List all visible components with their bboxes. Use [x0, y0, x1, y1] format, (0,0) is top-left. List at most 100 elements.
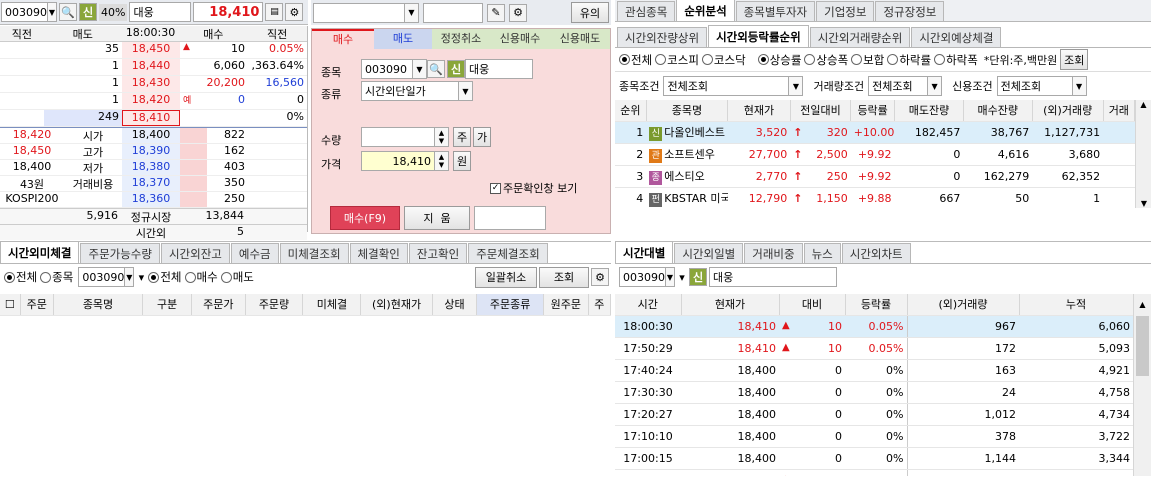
- bid-price[interactable]: 18,390: [122, 144, 180, 159]
- confirm-checkbox-row[interactable]: ✓ 주문확인창 보기: [490, 180, 577, 196]
- gear-icon[interactable]: ⚙: [285, 3, 304, 21]
- radio-scope-0[interactable]: 전체: [4, 269, 37, 285]
- timeline-scrollbar[interactable]: ▲: [1133, 294, 1151, 476]
- qty-available-button[interactable]: 가: [473, 127, 491, 147]
- timeline-row[interactable]: 16:50:3018,430▲ 300.16%212,200: [615, 469, 1133, 476]
- edit-icon[interactable]: ✎: [487, 3, 505, 22]
- radio-sort-4[interactable]: 하락폭: [934, 52, 978, 68]
- tab-main-0[interactable]: 관심종목: [617, 1, 676, 21]
- scroll-up-icon[interactable]: ▲: [1136, 100, 1151, 109]
- radio-icon[interactable]: [184, 271, 196, 283]
- gear-icon[interactable]: ⚙: [509, 3, 527, 22]
- spinner-icon[interactable]: ▲ ▼: [434, 152, 448, 170]
- radio-scope-1[interactable]: 종목: [40, 269, 73, 285]
- radio-icon[interactable]: [804, 54, 816, 65]
- ranking-row[interactable]: 3 종 에스티오 2,770 ↑ 250 +9.92 0 162,279 62,352: [615, 165, 1135, 188]
- tab-unfilled-2[interactable]: 시간외잔고: [160, 243, 230, 263]
- radio-market-0[interactable]: 전체: [619, 52, 652, 68]
- buy-button[interactable]: 매수(F9): [330, 206, 400, 230]
- chevron-down-icon[interactable]: ▼: [458, 82, 472, 100]
- chevron-down-icon[interactable]: ▼: [927, 77, 942, 95]
- radio-icon[interactable]: [619, 54, 630, 65]
- unfilled-col-header[interactable]: 주문: [20, 294, 54, 316]
- radio-icon[interactable]: [757, 54, 769, 65]
- account-select[interactable]: ▼: [313, 2, 419, 23]
- timeline-col-header[interactable]: 대비: [779, 294, 846, 316]
- unfilled-col-header[interactable]: 주: [588, 294, 612, 316]
- tab-timeline-0[interactable]: 시간대별: [615, 241, 674, 263]
- ranking-col-header[interactable]: 등락률: [850, 100, 896, 122]
- timeline-row[interactable]: 17:50:29 18,410 ▲ 10 0.05% 172 5,093: [615, 337, 1133, 360]
- bid-price[interactable]: 18,360: [122, 192, 180, 207]
- ranking-col-header[interactable]: 매수잔량: [963, 100, 1033, 122]
- tab-unfilled-3[interactable]: 예수금: [230, 243, 279, 263]
- scroll-thumb[interactable]: [1136, 316, 1149, 376]
- ask-price[interactable]: 18,410: [122, 110, 180, 126]
- qty-input[interactable]: ▲ ▼: [361, 127, 449, 147]
- notice-button[interactable]: 유의: [571, 2, 609, 23]
- unfilled-col-header[interactable]: 구분: [142, 294, 193, 316]
- bid-price[interactable]: 18,380: [122, 160, 180, 175]
- cond-stock-select[interactable]: 전체조회 ▼: [663, 76, 804, 96]
- radio-sort-1[interactable]: 상승폭: [804, 52, 848, 68]
- spinner-icon[interactable]: ▲ ▼: [434, 128, 448, 146]
- tab-unfilled-5[interactable]: 체결확인: [349, 243, 408, 263]
- chevron-down-icon[interactable]: ▼: [404, 3, 418, 22]
- chevron-down-icon[interactable]: ▼: [665, 268, 674, 286]
- gear-icon[interactable]: ⚙: [591, 268, 609, 286]
- radio-side-2[interactable]: 매도: [220, 269, 254, 285]
- radio-market-1[interactable]: 코스피: [655, 52, 699, 68]
- search-icon[interactable]: 🔍: [59, 3, 77, 21]
- radio-icon[interactable]: [40, 271, 52, 283]
- search-icon[interactable]: ▾: [677, 268, 687, 286]
- radio-sort-2[interactable]: 보합: [851, 52, 884, 68]
- timeline-row[interactable]: 17:20:27 18,400 0 0% 1,012 4,734: [615, 403, 1133, 426]
- unfilled-col-header[interactable]: 미체결: [302, 294, 362, 316]
- tab-unfilled-6[interactable]: 잔고확인: [408, 243, 468, 263]
- unfilled-col-header[interactable]: 주문량: [245, 294, 304, 316]
- bid-price[interactable]: 18,370: [122, 176, 180, 191]
- ranking-row[interactable]: 2 관 소프트센우 27,700 ↑ 2,500 +9.92 0 4,616 3,680: [615, 143, 1135, 166]
- ask-price[interactable]: 18,440: [122, 59, 180, 75]
- ranking-col-header[interactable]: 매도잔량: [894, 100, 964, 122]
- tab-main-4[interactable]: 정규장정보: [875, 1, 945, 21]
- tab-main-2[interactable]: 종목별투자자: [735, 1, 816, 21]
- search-icon[interactable]: 🔍: [427, 60, 445, 78]
- stock-code-input[interactable]: 003090 ▼: [1, 2, 57, 22]
- ask-price[interactable]: 18,450: [122, 42, 180, 58]
- unfilled-col-header[interactable]: (외)현재가: [360, 294, 433, 316]
- tab-unfilled-7[interactable]: 주문체결조회: [468, 243, 548, 263]
- ranking-query-button[interactable]: 조회: [1060, 49, 1089, 70]
- chevron-down-icon[interactable]: ▼: [47, 3, 56, 21]
- tab-ranking-3[interactable]: 시간외예상체결: [911, 27, 1002, 47]
- order-type-select[interactable]: 시간외단일가 ▼: [361, 81, 473, 101]
- chevron-down-icon[interactable]: ▼: [124, 268, 134, 286]
- tab-main-1[interactable]: 순위분석: [676, 0, 735, 21]
- tab-ranking-0[interactable]: 시간외잔량상위: [617, 27, 708, 47]
- cancel-all-button[interactable]: 일괄취소: [475, 266, 537, 288]
- chevron-down-icon[interactable]: ▼: [788, 77, 803, 95]
- password-field[interactable]: [423, 2, 483, 23]
- tab-unfilled-1[interactable]: 주문가능수량: [80, 243, 160, 263]
- select-all-checkbox[interactable]: ☐: [0, 294, 21, 316]
- tab-unfilled-4[interactable]: 미체결조회: [279, 243, 349, 263]
- radio-icon[interactable]: [887, 54, 899, 65]
- ask-price[interactable]: 18,420: [122, 93, 180, 109]
- tab-sell[interactable]: 매도: [374, 29, 432, 49]
- order-code-input[interactable]: 003090 ▼: [361, 59, 427, 79]
- ranking-col-header[interactable]: (외)거래량: [1032, 100, 1104, 122]
- ranking-row[interactable]: 1 신 다올인베스트 3,520 ↑ 320 +10.00 182,457 38,767 1,12…: [615, 121, 1135, 144]
- timeline-col-header[interactable]: 시간: [615, 294, 682, 316]
- tab-timeline-2[interactable]: 거래비중: [744, 243, 803, 263]
- radio-icon[interactable]: [4, 271, 15, 283]
- unfilled-query-button[interactable]: 조회: [539, 266, 589, 288]
- ranking-scrollbar[interactable]: ▲ ▼: [1135, 100, 1151, 208]
- tab-timeline-3[interactable]: 뉴스: [803, 243, 841, 263]
- radio-sort-0[interactable]: 상승률: [757, 52, 801, 68]
- chart-icon[interactable]: ▤: [265, 3, 284, 21]
- search-icon[interactable]: ▾: [136, 268, 146, 286]
- tab-ranking-2[interactable]: 시간외거래량순위: [809, 27, 911, 47]
- price-unit-button[interactable]: 원: [453, 151, 471, 171]
- radio-icon[interactable]: [851, 54, 863, 65]
- tab-timeline-4[interactable]: 시간외차트: [841, 243, 911, 263]
